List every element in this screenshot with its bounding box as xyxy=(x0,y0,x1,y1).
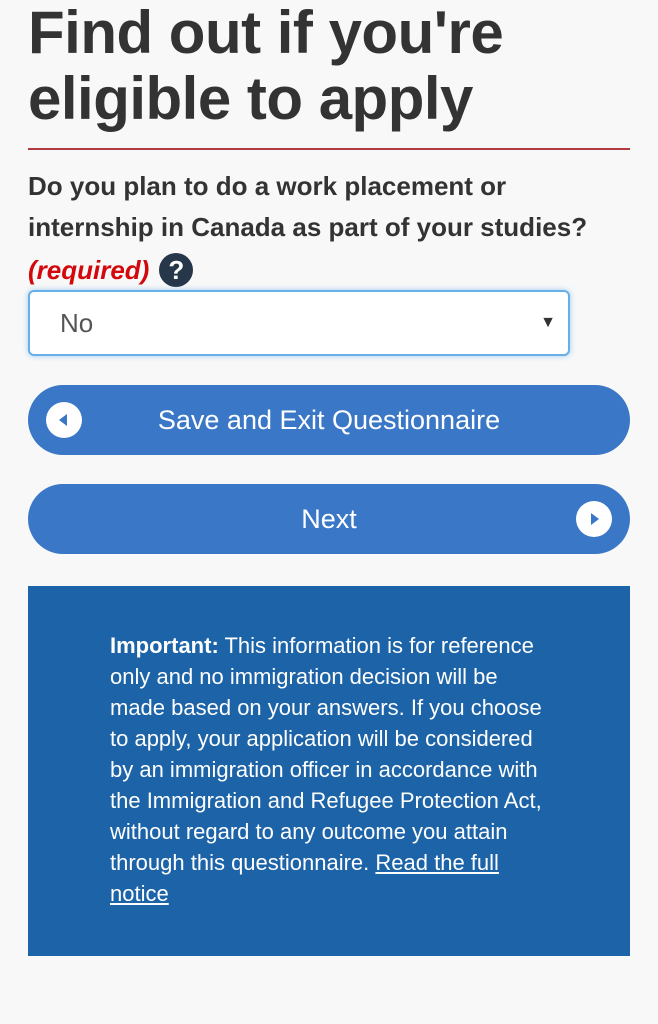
next-label: Next xyxy=(301,503,357,534)
question-label: Do you plan to do a work placement or in… xyxy=(28,171,588,242)
save-and-exit-label: Save and Exit Questionnaire xyxy=(157,404,501,435)
chevron-down-icon: ▼ xyxy=(540,314,556,331)
answer-select-value: No xyxy=(60,307,94,338)
notice-important-label: Important: xyxy=(110,633,219,658)
important-notice: Important: This information is for refer… xyxy=(28,586,630,956)
title-divider xyxy=(28,148,630,150)
next-button[interactable]: Next xyxy=(28,484,630,554)
answer-select[interactable]: No ▼ xyxy=(28,290,570,356)
question-mark-icon[interactable]: ? xyxy=(159,253,194,287)
notice-text: Important: This information is for refer… xyxy=(110,630,550,909)
required-line: (required) ? xyxy=(28,250,194,290)
page-title: Find out if you're eligible to apply xyxy=(28,0,504,132)
page: Find out if you're eligible to apply Do … xyxy=(0,0,658,1024)
required-label: (required) xyxy=(28,254,150,285)
circle-arrow-right-icon xyxy=(576,501,612,537)
save-and-exit-button[interactable]: Save and Exit Questionnaire xyxy=(28,385,630,455)
circle-arrow-left-icon xyxy=(46,402,82,438)
notice-body: This information is for reference only a… xyxy=(110,633,542,875)
